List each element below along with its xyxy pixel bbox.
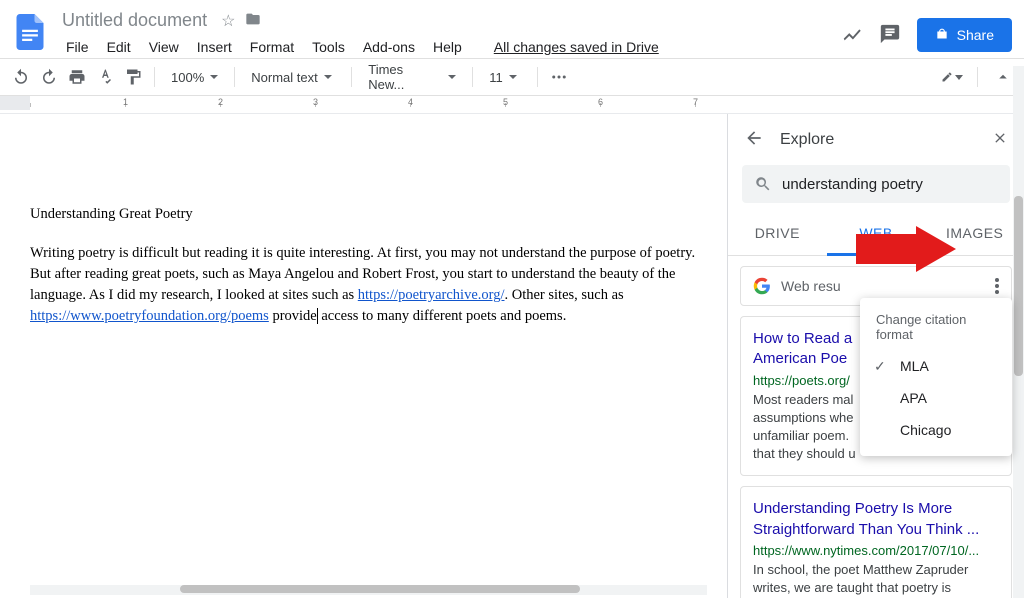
redo-icon[interactable] <box>38 66 60 88</box>
citation-format-menu: Change citation format MLA APA Chicago <box>860 298 1012 456</box>
print-icon[interactable] <box>66 66 88 88</box>
docs-logo-icon[interactable] <box>12 8 48 56</box>
citation-menu-header: Change citation format <box>860 308 1012 350</box>
citation-option-apa[interactable]: APA <box>860 382 1012 414</box>
explore-panel: Explore DRIVE WEB IMAGES Web resu Change… <box>727 114 1024 598</box>
tab-drive[interactable]: DRIVE <box>728 213 827 255</box>
link-poetryfoundation[interactable]: https://www.poetryfoundation.org/poems <box>30 308 269 324</box>
citation-option-mla[interactable]: MLA <box>860 350 1012 382</box>
search-result-2[interactable]: Understanding Poetry Is More Straightfor… <box>740 486 1012 598</box>
document-page[interactable]: Understanding Great Poetry Writing poetr… <box>0 114 727 598</box>
back-icon[interactable] <box>744 128 764 151</box>
doc-paragraph: Writing poetry is difficult but reading … <box>30 243 697 327</box>
google-icon <box>753 277 771 295</box>
web-results-label: Web resu <box>781 278 841 294</box>
menu-edit[interactable]: Edit <box>99 35 139 59</box>
explore-search-input[interactable] <box>782 176 998 193</box>
result-url: https://www.nytimes.com/2017/07/10/... <box>753 543 999 558</box>
tab-web[interactable]: WEB <box>827 213 926 256</box>
menu-insert[interactable]: Insert <box>189 35 240 59</box>
document-title[interactable]: Untitled document <box>58 8 211 33</box>
citation-option-chicago[interactable]: Chicago <box>860 414 1012 446</box>
explore-title: Explore <box>780 131 976 149</box>
link-poetryarchive[interactable]: https://poetryarchive.org/ <box>358 287 505 303</box>
explore-search[interactable] <box>742 165 1010 203</box>
style-select[interactable]: Normal text <box>245 70 341 85</box>
menu-help[interactable]: Help <box>425 35 470 59</box>
font-select[interactable]: Times New... <box>362 62 462 92</box>
font-size-select[interactable]: 11 <box>483 70 527 85</box>
close-icon[interactable] <box>992 130 1008 149</box>
ruler[interactable]: 1 2 3 4 5 6 7 <box>0 96 1024 114</box>
menu-tools[interactable]: Tools <box>304 35 353 59</box>
comments-icon[interactable] <box>879 23 901 48</box>
undo-icon[interactable] <box>10 66 32 88</box>
result-desc: In school, the poet Matthew Zapruder wri… <box>753 561 999 598</box>
star-icon[interactable]: ☆ <box>221 11 235 31</box>
search-icon <box>754 175 772 193</box>
more-tools-icon[interactable] <box>548 66 570 88</box>
move-folder-icon[interactable] <box>245 11 261 30</box>
zoom-select[interactable]: 100% <box>165 70 224 85</box>
doc-heading: Understanding Great Poetry <box>30 204 697 225</box>
share-button[interactable]: Share <box>917 18 1012 52</box>
share-label: Share <box>957 27 994 43</box>
save-status[interactable]: All changes saved in Drive <box>486 35 667 59</box>
menu-view[interactable]: View <box>141 35 187 59</box>
toolbar: 100% Normal text Times New... 11 <box>0 58 1024 96</box>
vertical-scrollbar[interactable] <box>1013 66 1024 598</box>
horizontal-scrollbar[interactable] <box>30 585 707 595</box>
more-options-icon[interactable] <box>995 278 999 294</box>
activity-icon[interactable] <box>841 23 863 48</box>
paint-format-icon[interactable] <box>122 66 144 88</box>
menu-format[interactable]: Format <box>242 35 302 59</box>
menu-file[interactable]: File <box>58 35 97 59</box>
collapse-icon[interactable] <box>992 66 1014 88</box>
menu-addons[interactable]: Add-ons <box>355 35 423 59</box>
tab-images[interactable]: IMAGES <box>925 213 1024 255</box>
editing-mode-icon[interactable] <box>941 66 963 88</box>
result-title[interactable]: Understanding Poetry Is More Straightfor… <box>753 499 999 540</box>
document-scroll[interactable]: Understanding Great Poetry Writing poetr… <box>0 114 727 598</box>
menu-bar: File Edit View Insert Format Tools Add-o… <box>58 35 841 59</box>
spellcheck-icon[interactable] <box>94 66 116 88</box>
